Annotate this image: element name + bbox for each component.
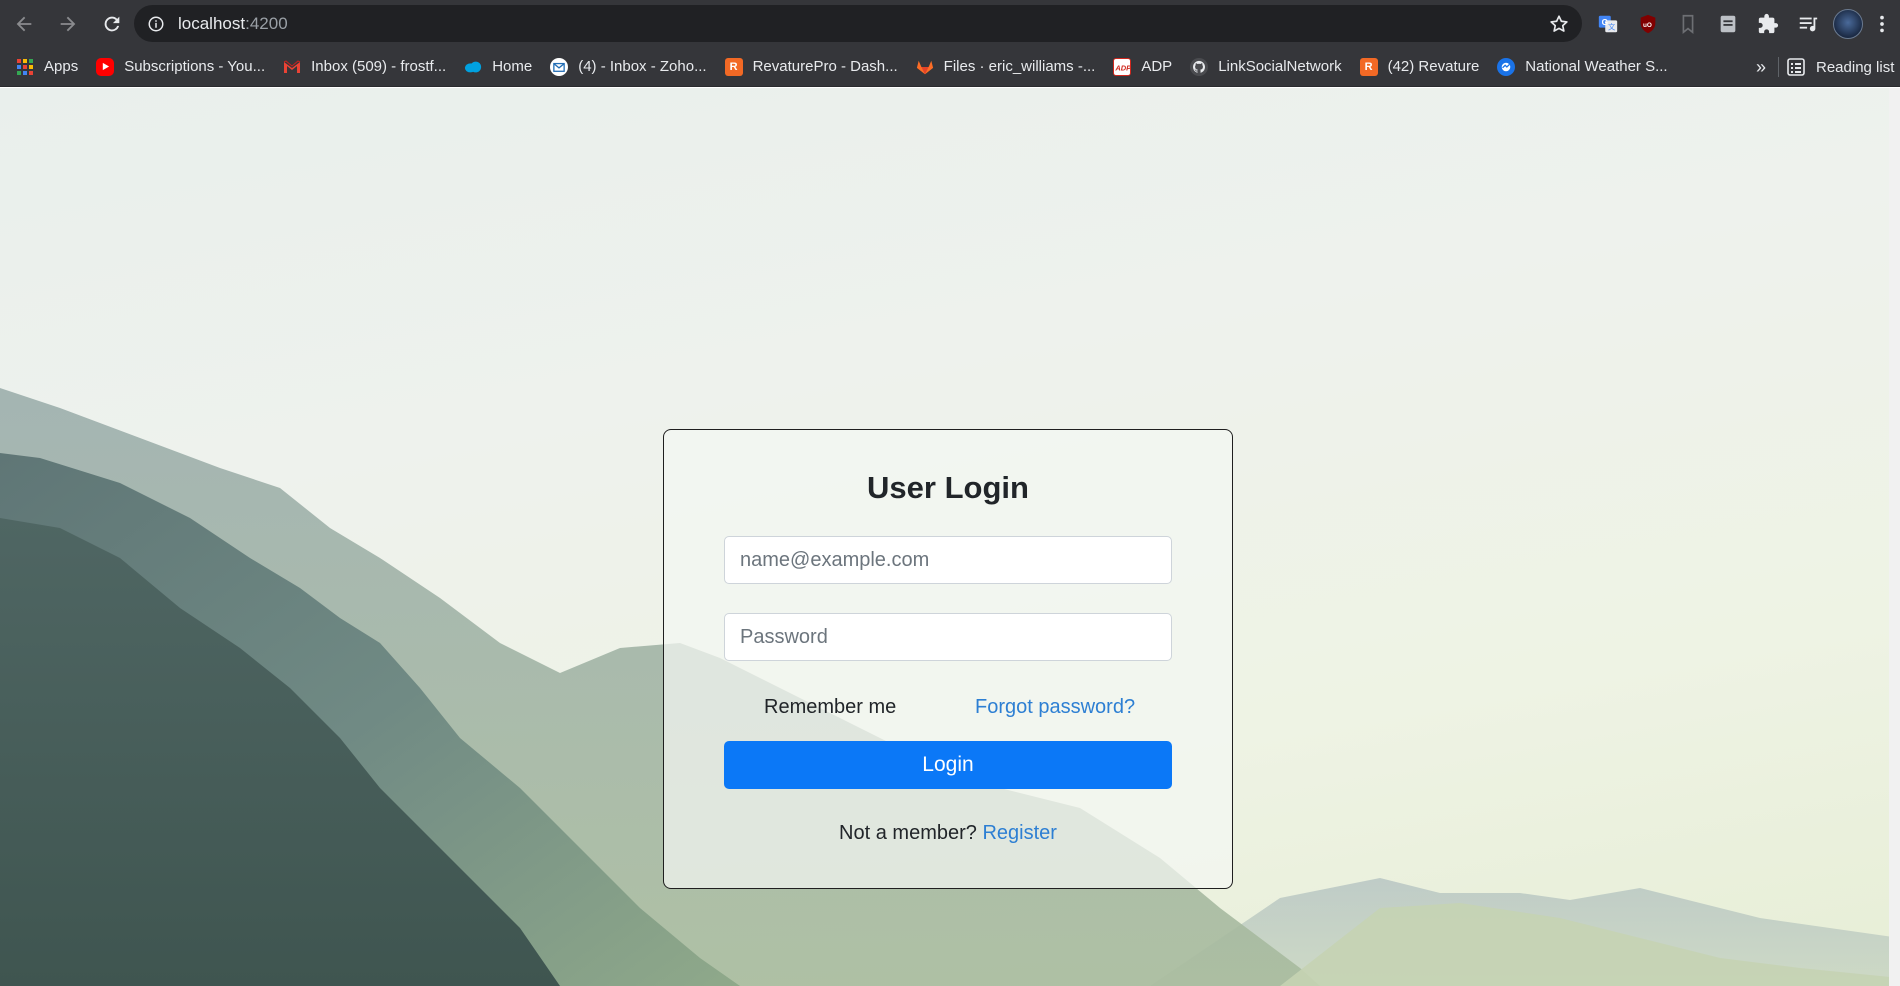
url-text: localhost:4200 — [178, 14, 288, 34]
svg-text:uO: uO — [1643, 21, 1652, 28]
page-extension[interactable] — [1710, 6, 1746, 42]
site-info-icon[interactable] — [147, 15, 165, 33]
bookmark-star-icon[interactable] — [1548, 13, 1570, 35]
bookmark-apps[interactable]: Apps — [0, 51, 87, 83]
login-button[interactable]: Login — [724, 741, 1172, 789]
bookmark-label: Home — [492, 58, 533, 75]
bookmark-label: LinkSocialNetwork — [1218, 58, 1342, 75]
extensions-puzzle-button[interactable] — [1750, 6, 1786, 42]
email-input[interactable] — [724, 536, 1172, 584]
bookmark-youtube[interactable]: Subscriptions - You... — [87, 51, 274, 83]
revature-icon: R — [724, 57, 743, 76]
bookmark-ribbon-icon — [1682, 14, 1694, 34]
bookmark-adp[interactable]: ADP ADP — [1104, 51, 1181, 83]
forgot-password-link[interactable]: Forgot password? — [975, 696, 1135, 719]
bookmark-revature[interactable]: R (42) Revature — [1351, 51, 1489, 83]
bookmark-linksocial[interactable]: LinkSocialNetwork — [1181, 51, 1350, 83]
page-scrollbar[interactable] — [1889, 88, 1900, 986]
reload-button[interactable] — [92, 4, 132, 44]
revature-icon: R — [1359, 57, 1378, 76]
url-host: localhost — [178, 13, 246, 33]
bookmark-zoho[interactable]: (4) - Inbox - Zoho... — [541, 51, 715, 83]
media-control-button[interactable] — [1790, 6, 1826, 42]
bookmark-extension[interactable] — [1670, 6, 1706, 42]
register-link[interactable]: Register — [982, 822, 1056, 844]
profile-avatar — [1833, 8, 1863, 39]
bookmark-label: Inbox (509) - frostf... — [311, 58, 447, 75]
github-icon — [1190, 57, 1209, 76]
gitlab-icon — [916, 58, 934, 76]
bookmark-label: Apps — [44, 58, 79, 75]
kebab-menu-icon — [1880, 15, 1884, 32]
not-member-text: Not a member? — [839, 822, 977, 844]
playlist-music-icon — [1799, 17, 1818, 31]
browser-toolbar: localhost:4200 G文 uO — [0, 0, 1900, 47]
page-doc-icon — [1720, 15, 1736, 32]
svg-text:文: 文 — [1608, 22, 1616, 31]
ublock-extension[interactable]: uO — [1630, 6, 1666, 42]
bookmark-home[interactable]: Home — [455, 51, 541, 83]
bookmark-label: ADP — [1141, 58, 1173, 75]
reading-list-label: Reading list — [1816, 58, 1895, 76]
bookmark-label: RevaturePro - Dash... — [752, 58, 898, 75]
remember-me-checkbox[interactable]: Remember me — [764, 696, 896, 719]
back-button[interactable] — [4, 4, 44, 44]
bookmarks-overflow-chevron[interactable]: » — [1748, 47, 1774, 86]
back-arrow-icon — [16, 16, 32, 31]
salesforce-cloud-icon — [464, 58, 482, 76]
register-prompt: Not a member? Register — [664, 822, 1232, 845]
bookmark-label: Subscriptions - You... — [124, 58, 266, 75]
login-page: User Login Remember me Forgot password? … — [0, 88, 1900, 986]
url-port: :4200 — [245, 13, 288, 33]
bookmark-label: (4) - Inbox - Zoho... — [578, 58, 707, 75]
bookmarks-bar: Apps Subscriptions - You... Inbox (509) … — [0, 47, 1900, 87]
profile-button[interactable] — [1830, 6, 1866, 42]
gmail-icon — [283, 58, 301, 76]
login-card: User Login Remember me Forgot password? … — [663, 429, 1233, 889]
svg-text:ADP: ADP — [1115, 63, 1131, 72]
reading-list-button[interactable]: Reading list — [1778, 47, 1895, 86]
svg-text:G: G — [1602, 17, 1608, 26]
reload-icon — [104, 16, 120, 31]
reading-list-icon — [1787, 58, 1805, 76]
extensions-area: G文 uO — [1590, 0, 1894, 47]
bookmarks-divider — [1778, 57, 1779, 77]
nws-icon — [1497, 57, 1516, 76]
puzzle-icon — [1758, 13, 1779, 33]
bookmark-label: (42) Revature — [1387, 58, 1480, 75]
login-title: User Login — [867, 470, 1029, 505]
bookmark-weather[interactable]: National Weather S... — [1488, 51, 1676, 83]
address-bar[interactable]: localhost:4200 — [134, 5, 1582, 42]
adp-icon: ADP — [1113, 57, 1132, 76]
forward-arrow-icon — [60, 16, 76, 31]
bookmark-label: Files · eric_williams -... — [943, 58, 1096, 75]
bookmark-revaturepro[interactable]: R RevaturePro - Dash... — [716, 51, 907, 83]
youtube-icon — [96, 57, 115, 76]
bookmark-label: National Weather S... — [1525, 58, 1668, 75]
apps-grid-icon — [16, 58, 34, 76]
browser-menu-button[interactable] — [1870, 6, 1894, 42]
ublock-shield-icon: uO — [1640, 14, 1656, 33]
translate-icon: G文 — [1598, 15, 1618, 32]
google-translate-extension[interactable]: G文 — [1590, 6, 1626, 42]
bookmark-gmail[interactable]: Inbox (509) - frostf... — [274, 51, 455, 83]
bookmark-gitlab[interactable]: Files · eric_williams -... — [907, 51, 1105, 83]
zoho-mail-icon — [550, 57, 569, 76]
forward-button[interactable] — [48, 4, 88, 44]
password-input[interactable] — [724, 613, 1172, 661]
